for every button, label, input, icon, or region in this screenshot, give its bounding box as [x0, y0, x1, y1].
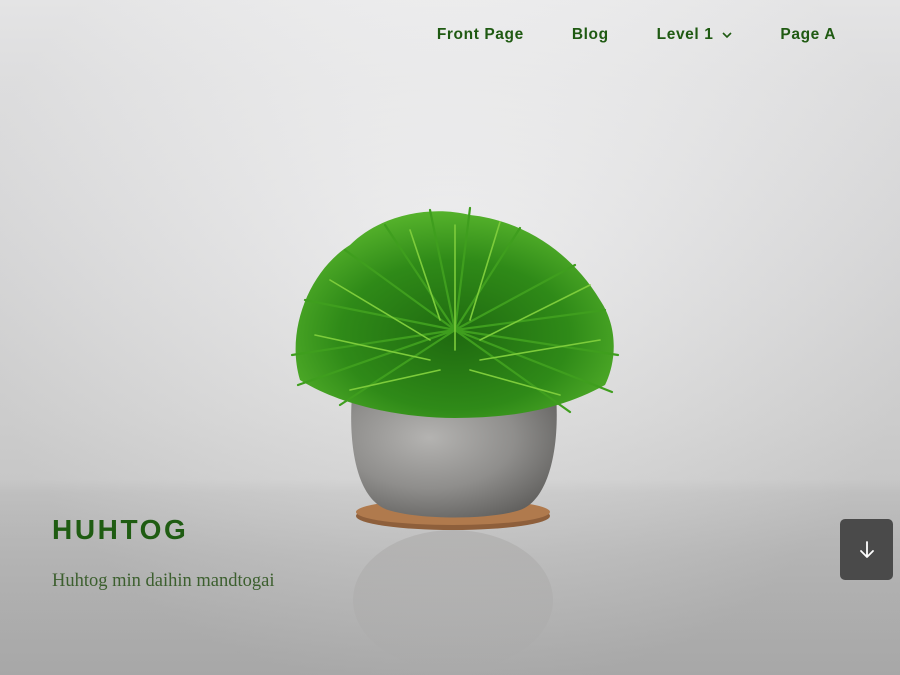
scroll-down-button[interactable]	[840, 519, 893, 580]
nav-label: Page A	[780, 26, 836, 43]
nav-link-blog[interactable]: Blog	[524, 24, 609, 46]
nav-link-page-a[interactable]: Page A	[732, 24, 836, 46]
hero-section: Front Page Blog Level 1 Page A HUHTOG Hu…	[0, 0, 900, 675]
site-title[interactable]: HUHTOG	[52, 514, 188, 546]
chevron-down-icon	[722, 32, 732, 39]
primary-navigation: Front Page Blog Level 1 Page A	[437, 24, 836, 46]
arrow-down-icon	[859, 540, 874, 558]
nav-label: Blog	[571, 26, 609, 43]
nav-link-level-1[interactable]: Level 1	[609, 24, 733, 46]
nav-link-front-page[interactable]: Front Page	[437, 24, 524, 46]
nav-label: Front Page	[436, 26, 524, 43]
site-tagline: Huhtog min daihin mandtogai	[52, 571, 275, 591]
nav-label: Level 1	[656, 26, 714, 43]
